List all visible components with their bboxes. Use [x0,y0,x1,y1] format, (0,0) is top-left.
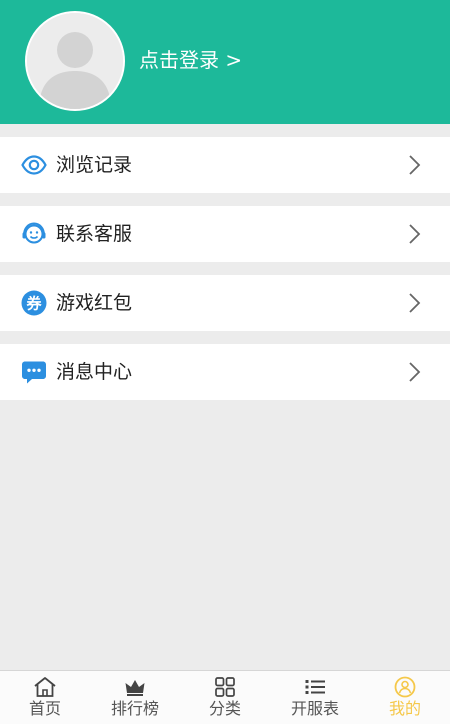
bottom-tab-bar: 首页 排行榜 分类 开服表 我的 [0,670,450,724]
tab-category[interactable]: 分类 [180,671,270,724]
message-icon [21,359,47,385]
default-avatar-icon [27,13,123,109]
tab-label: 分类 [208,699,241,718]
profile-header: 点击登录 > [0,0,450,124]
crown-icon [123,676,147,698]
tab-server-list[interactable]: 开服表 [270,671,360,724]
eye-icon [21,152,47,178]
menu-item-label: 联系客服 [56,223,133,245]
tab-label: 我的 [388,699,421,718]
home-icon [33,676,57,698]
menu-item-label: 浏览记录 [56,154,133,176]
menu-item-label: 消息中心 [56,361,133,383]
chevron-right-icon [408,361,422,383]
tab-home[interactable]: 首页 [0,671,90,724]
chevron-right-icon [408,292,422,314]
chevron-right-icon [408,223,422,245]
menu-item-message-center[interactable]: 消息中心 [0,344,450,400]
menu-item-label: 游戏红包 [56,292,133,314]
coupon-icon: 券 [21,290,47,316]
tab-label: 排行榜 [110,699,159,718]
tab-label: 首页 [28,699,61,718]
avatar[interactable] [25,11,125,111]
list-icon [303,676,327,698]
tab-label: 开服表 [290,699,339,718]
menu-item-game-red-packet[interactable]: 券 游戏红包 [0,275,450,331]
svg-text:券: 券 [26,295,42,313]
profile-icon [393,676,417,698]
tab-mine[interactable]: 我的 [360,671,450,724]
menu-item-browse-history[interactable]: 浏览记录 [0,137,450,193]
tab-ranking[interactable]: 排行榜 [90,671,180,724]
customer-service-icon [21,221,47,247]
chevron-right-icon [408,154,422,176]
login-link[interactable]: 点击登录 > [139,46,242,74]
grid-icon [213,676,237,698]
menu-item-customer-service[interactable]: 联系客服 [0,206,450,262]
